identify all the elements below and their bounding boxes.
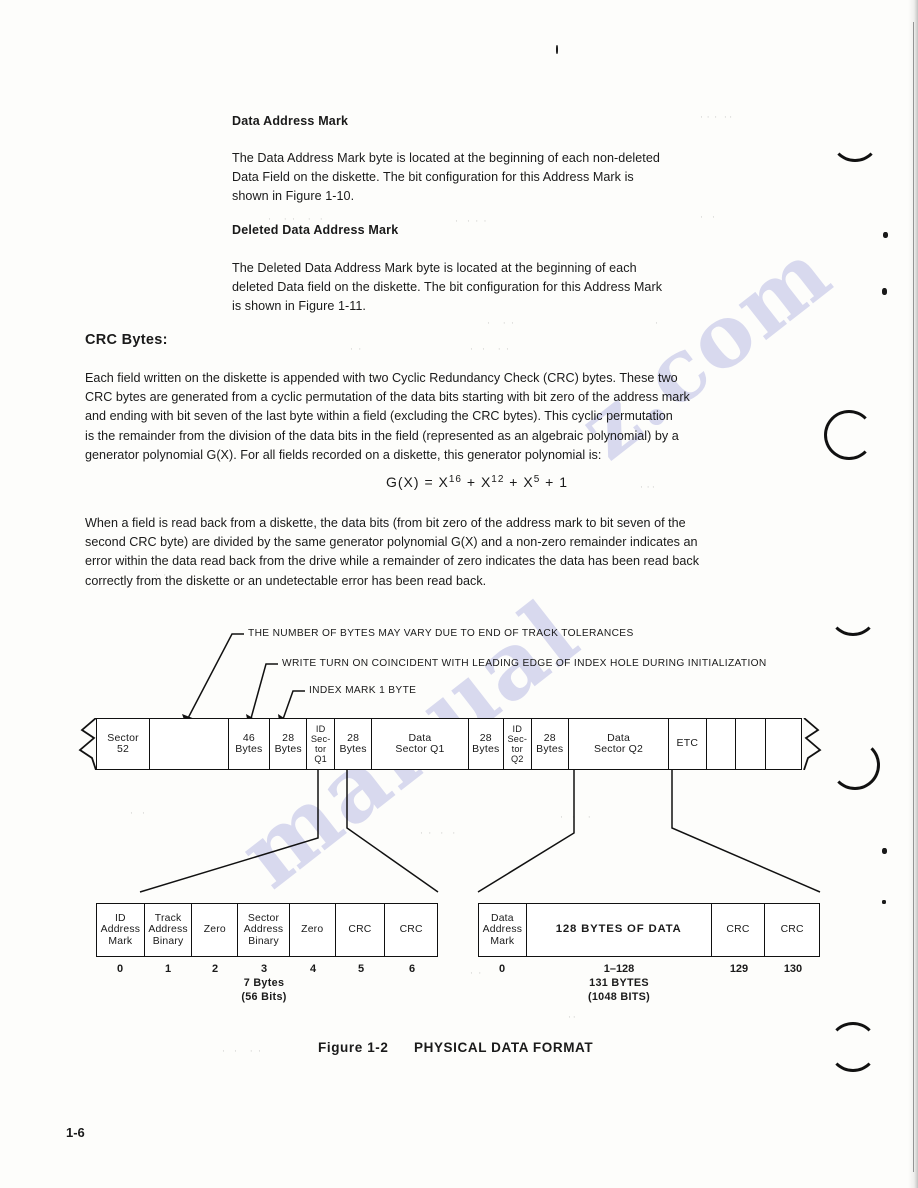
cell-line-4: Q2: [510, 754, 524, 764]
callout-write-turn-on-note: WRITE TURN ON COINCIDENT WITH LEADING ED…: [282, 658, 767, 669]
page-number: 1-6: [66, 1125, 85, 1140]
data-field-cell-crc-1: CRC: [712, 904, 766, 956]
track-cell-data-sector-q2: Data Sector Q2: [569, 719, 670, 769]
cell-line-3: Binary: [248, 935, 279, 947]
cell-line-2: Bytes: [339, 743, 367, 755]
track-cell-data-sector-q1: Data Sector Q1: [372, 719, 469, 769]
cell-line-2: Bytes: [235, 743, 263, 755]
id-field-cell-zero-2: Zero: [290, 904, 336, 956]
cell-line-1: CRC: [399, 924, 423, 936]
id-field-summary-bits: (56 Bits): [241, 991, 287, 1003]
cell-line-1: Data: [490, 912, 514, 924]
data-field-summary-bytes: 131 BYTES: [589, 977, 649, 989]
track-cell-46-bytes: 46 Bytes: [229, 719, 271, 769]
cell-line-1: ID: [512, 724, 523, 734]
cell-line-2: Sec-: [507, 734, 528, 744]
cell-line-2: Address: [148, 924, 188, 936]
id-field-index-6: 6: [408, 963, 416, 975]
id-field-cell-track-address-binary: Track Address Binary: [145, 904, 193, 956]
cell-line-2: Sector Q1: [395, 743, 445, 755]
figure-caption-title: PHYSICAL DATA FORMAT: [414, 1040, 594, 1055]
figure-leader-lines: [139, 633, 821, 893]
track-cell-id-sector-q2: ID Sec- tor Q2: [504, 719, 532, 769]
cell-line-1: CRC: [780, 924, 804, 936]
data-field-cell-crc-2: CRC: [765, 904, 819, 956]
cell-line-4: Q1: [314, 754, 327, 764]
id-field-cell-id-address-mark: ID Address Mark: [97, 904, 145, 956]
id-field-cell-sector-address-binary: Sector Address Binary: [238, 904, 290, 956]
id-field-summary-bytes: 7 Bytes: [243, 977, 285, 989]
cell-line-1: Zero: [301, 924, 324, 936]
cell-line-1: Sector: [247, 912, 280, 924]
id-field-expansion-bar: ID Address Mark Track Address Binary Zer…: [96, 903, 438, 957]
data-field-summary-bits: (1048 BITS): [587, 991, 651, 1003]
cell-line-1: CRC: [726, 924, 750, 936]
track-break-symbol-right: [803, 718, 822, 770]
cell-line-3: Mark: [108, 935, 133, 947]
cell-line-2: Sector Q2: [594, 743, 644, 755]
track-cell-gap-3: [736, 719, 766, 769]
track-cell-gap-1: [150, 719, 229, 769]
track-cell-gap-4: [766, 719, 801, 769]
data-field-index-1-128: 1–128: [603, 963, 635, 975]
track-break-symbol-left: [78, 718, 97, 770]
track-cell-28-bytes-4: 28 Bytes: [532, 719, 569, 769]
id-field-cell-zero-1: Zero: [192, 904, 239, 956]
cell-line-3: Mark: [490, 935, 515, 947]
track-cell-sector-52: Sector 52: [97, 719, 151, 769]
cell-line-1: Zero: [203, 924, 226, 936]
cell-line-1: ID: [114, 912, 126, 924]
figure-caption-label: Figure 1-2: [318, 1040, 389, 1055]
id-field-index-5: 5: [357, 963, 365, 975]
cell-line-2: Bytes: [274, 743, 302, 755]
id-field-index-4: 4: [309, 963, 317, 975]
callout-index-mark-note: INDEX MARK 1 BYTE: [309, 685, 417, 696]
cell-line-3: tor: [511, 744, 523, 754]
cell-line-3: Binary: [152, 935, 184, 947]
cell-line-2: Bytes: [536, 743, 564, 755]
cell-line-2: Address: [243, 924, 284, 936]
id-field-index-1: 1: [164, 963, 172, 975]
cell-line-1: 128 BYTES OF DATA: [555, 923, 682, 936]
cell-line-1: ETC: [676, 737, 699, 750]
data-field-index-129: 129: [729, 963, 749, 975]
cell-line-1: Track: [154, 912, 182, 924]
cell-line-2: Bytes: [472, 743, 500, 755]
track-cell-id-sector-q1: ID Sec- tor Q1: [307, 719, 335, 769]
id-field-cell-crc-1: CRC: [336, 904, 386, 956]
id-field-index-2: 2: [211, 963, 219, 975]
data-field-expansion-bar: Data Address Mark 128 BYTES OF DATA CRC …: [478, 903, 820, 957]
cell-line-2: Address: [100, 924, 141, 936]
data-field-cell-data-address-mark: Data Address Mark: [479, 904, 527, 956]
track-cell-etc: ETC: [669, 719, 707, 769]
track-layout-bar: Sector 52 46 Bytes 28 Bytes ID Sec- tor …: [96, 718, 802, 770]
track-cell-gap-2: [707, 719, 737, 769]
cell-line-1: ID: [315, 724, 326, 734]
cell-line-2: 52: [117, 743, 130, 755]
scanned-document-page: manual z.com · · · · · · · · · · · · · ·…: [0, 0, 918, 1188]
data-field-index-0: 0: [498, 963, 506, 975]
cell-line-2: Sec-: [310, 734, 331, 744]
id-field-index-0: 0: [116, 963, 124, 975]
id-field-cell-crc-2: CRC: [385, 904, 437, 956]
cell-line-1: CRC: [348, 924, 372, 936]
callout-byte-count-note: THE NUMBER OF BYTES MAY VARY DUE TO END …: [248, 628, 634, 639]
data-field-cell-128-bytes-of-data: 128 BYTES OF DATA: [527, 904, 712, 956]
track-cell-28-bytes-1: 28 Bytes: [270, 719, 308, 769]
track-cell-28-bytes-2: 28 Bytes: [335, 719, 373, 769]
cell-line-2: Address: [482, 924, 523, 936]
cell-line-3: tor: [315, 744, 327, 754]
data-field-index-130: 130: [783, 963, 803, 975]
id-field-index-3: 3: [260, 963, 268, 975]
track-cell-28-bytes-3: 28 Bytes: [469, 719, 505, 769]
